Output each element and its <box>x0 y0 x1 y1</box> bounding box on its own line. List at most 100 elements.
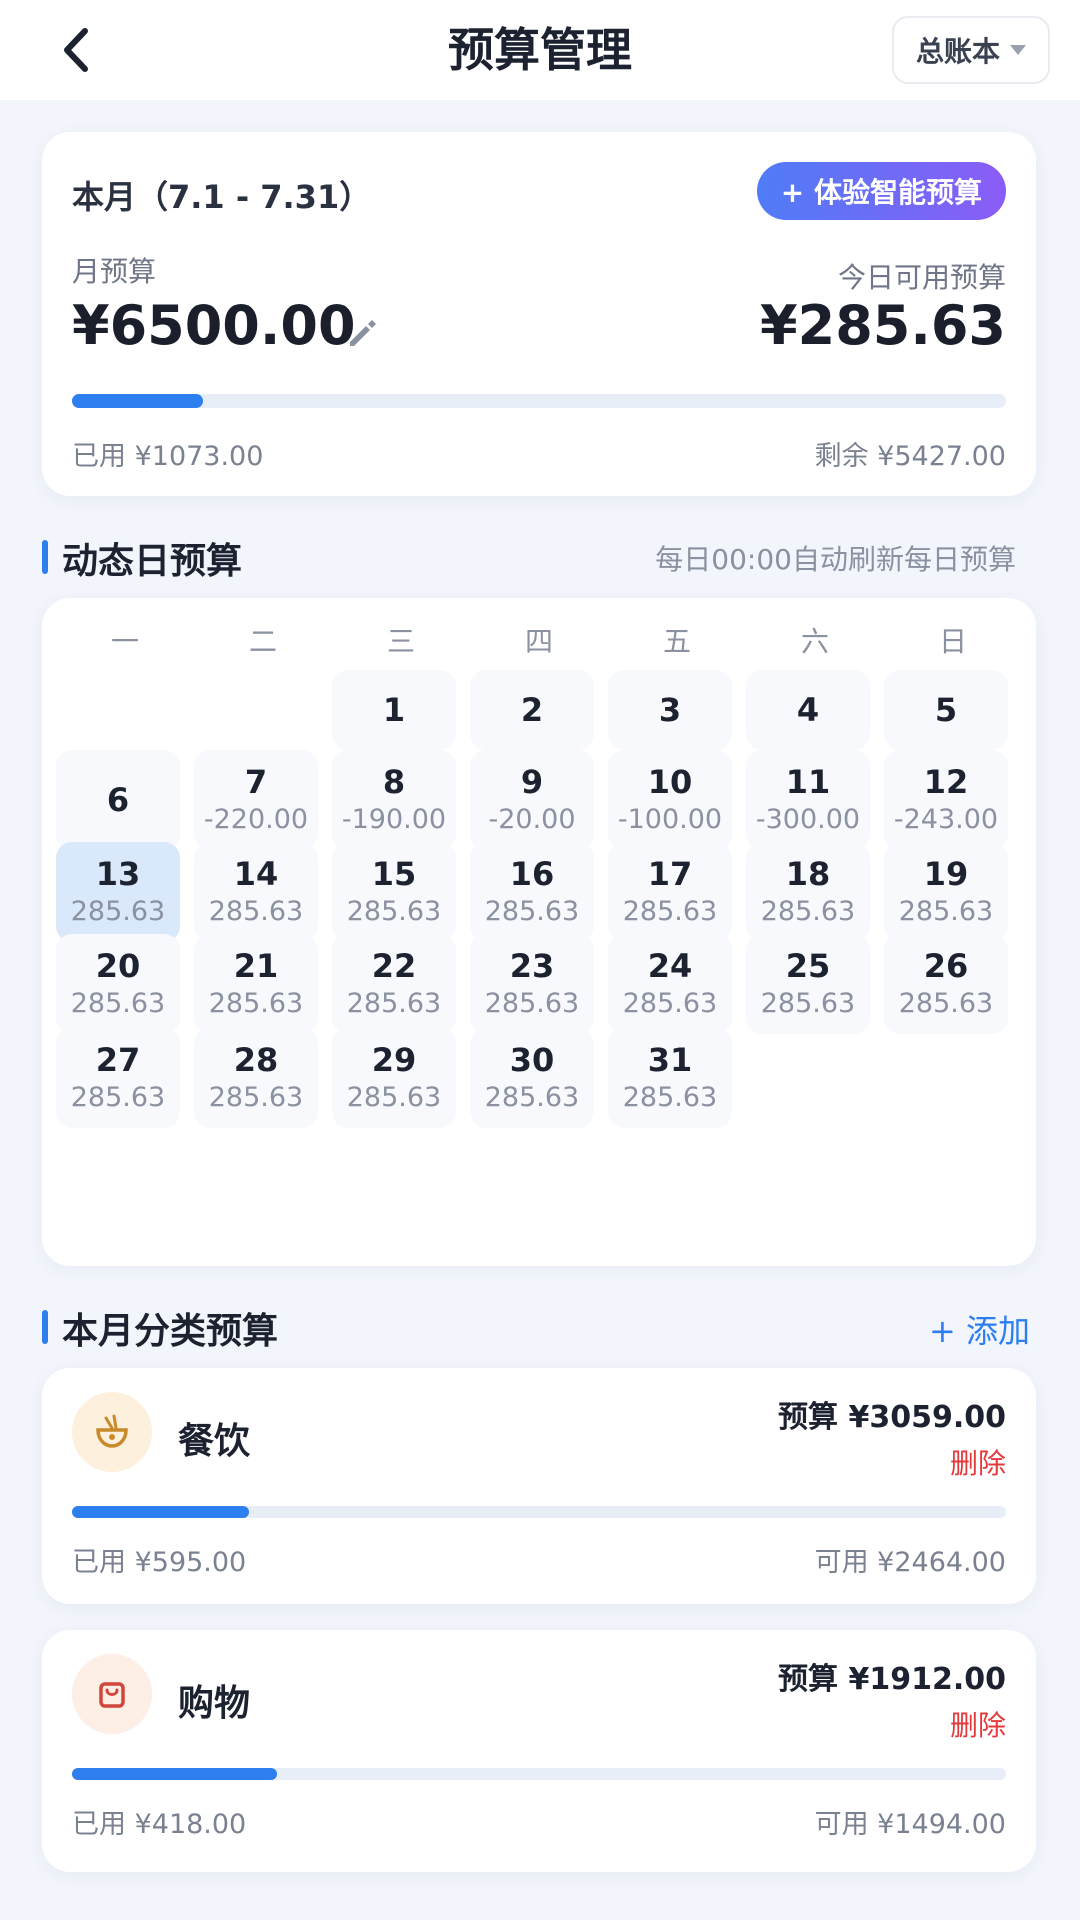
daily-budget-calendar: 一二三四五六日 1 2 3 4 5 6 7 -220.00 8 -190.00 9 -20.00 10-… <box>42 598 1036 1266</box>
category-progress-bar <box>72 1768 1006 1780</box>
today-budget-amount: ¥285.63 <box>760 294 1006 357</box>
day-number: 1 <box>382 691 406 729</box>
day-budget-value: 285.63 <box>346 896 442 927</box>
category-name: 餐饮 <box>178 1421 251 1462</box>
calendar-day[interactable]: 8 -190.00 <box>332 750 456 850</box>
calendar-day[interactable]: 15 285.63 <box>332 842 456 942</box>
calendar-day[interactable]: 23 285.63 <box>470 934 594 1034</box>
day-number: 28 <box>233 1041 279 1079</box>
category-card-shopping[interactable]: 购物 预算 ¥1912.00 删除 已用 ¥418.00 可用 ¥1494.00 <box>42 1630 1036 1872</box>
day-number: 3 <box>658 691 682 729</box>
category-name: 购物 <box>178 1683 251 1724</box>
calendar-day[interactable]: 27 285.63 <box>56 1028 180 1128</box>
today-budget-label: 今日可用预算 <box>837 261 1006 294</box>
calendar-day[interactable]: 3 <box>608 670 732 750</box>
day-budget-value: 285.63 <box>208 988 304 1019</box>
calendar-day[interactable]: 6 <box>56 750 180 850</box>
day-number: 13 <box>95 855 141 893</box>
calendar-day[interactable]: 18 285.63 <box>746 842 870 942</box>
day-number: 29 <box>371 1041 417 1079</box>
calendar-day[interactable]: 7 -220.00 <box>194 750 318 850</box>
day-number: 15 <box>371 855 417 893</box>
category-progress-fill <box>72 1506 250 1518</box>
calendar-day[interactable]: 22 285.63 <box>332 934 456 1034</box>
weekday-label: 日 <box>938 625 967 658</box>
category-available-amount: 可用 ¥1494.00 <box>814 1809 1006 1840</box>
day-budget-value: 285.63 <box>70 896 166 927</box>
budget-summary-card: 本月（7.1 - 7.31） + 体验智能预算 月预算 ¥6500.00 今日可… <box>42 132 1036 496</box>
day-number: 11 <box>785 763 831 801</box>
day-number: 8 <box>382 763 406 801</box>
day-budget-value: 285.63 <box>622 1082 718 1113</box>
day-number: 20 <box>95 947 141 985</box>
calendar-day[interactable]: 17 285.63 <box>608 842 732 942</box>
day-budget-value: 285.63 <box>622 896 718 927</box>
remaining-amount: 剩余 ¥5427.00 <box>814 441 1006 472</box>
day-number: 5 <box>934 691 958 729</box>
category-budget-heading: 本月分类预算 <box>42 1302 278 1354</box>
pencil-edit-icon[interactable] <box>344 316 378 350</box>
calendar-day[interactable]: 11 -300.00 <box>746 750 870 850</box>
ledger-label: 总账本 <box>915 35 1000 68</box>
calendar-day[interactable]: 9 -20.00 <box>470 750 594 850</box>
calendar-day[interactable]: 12 -243.00 <box>884 750 1008 850</box>
calendar-day[interactable]: 26 285.63 <box>884 934 1008 1034</box>
category-used-amount: 已用 ¥418.00 <box>72 1809 247 1840</box>
category-card-dining[interactable]: 餐饮 预算 ¥3059.00 删除 已用 ¥595.00 可用 ¥2464.00 <box>42 1368 1036 1604</box>
day-number: 16 <box>509 855 555 893</box>
calendar-day[interactable]: 30 285.63 <box>470 1028 594 1128</box>
smart-budget-button[interactable]: + 体验智能预算 <box>756 162 1006 220</box>
day-budget-value: 285.63 <box>898 988 994 1019</box>
category-available-amount: 可用 ¥2464.00 <box>814 1547 1006 1578</box>
day-budget-value: 285.63 <box>898 896 994 927</box>
calendar-day[interactable]: 1 <box>332 670 456 750</box>
category-progress-bar <box>72 1506 1006 1518</box>
calendar-day[interactable]: 31 285.63 <box>608 1028 732 1128</box>
monthly-progress-bar <box>72 394 1006 408</box>
category-budget-amount: 预算 ¥1912.00 <box>778 1662 1006 1697</box>
day-number: 12 <box>923 763 969 801</box>
calendar-day[interactable]: 20 285.63 <box>56 934 180 1034</box>
monthly-budget-amount: ¥6500.00 <box>72 294 356 357</box>
calendar-day[interactable]: 5 <box>884 670 1008 750</box>
calendar-day[interactable]: 21 285.63 <box>194 934 318 1034</box>
day-budget-value: 285.63 <box>70 988 166 1019</box>
day-number: 18 <box>785 855 831 893</box>
weekday-header: 一二三四五六日 <box>56 620 1022 660</box>
calendar-day[interactable]: 10 -100.00 <box>608 750 732 850</box>
calendar-day[interactable]: 16 285.63 <box>470 842 594 942</box>
delete-category-button[interactable]: 删除 <box>950 1704 1006 1744</box>
calendar-day[interactable]: 14 285.63 <box>194 842 318 942</box>
ledger-selector[interactable]: 总账本 <box>891 16 1050 84</box>
day-budget-value: -100.00 <box>617 804 723 835</box>
add-category-button[interactable]: + 添加 <box>929 1306 1030 1352</box>
delete-category-button[interactable]: 删除 <box>950 1442 1006 1482</box>
day-budget-value: 285.63 <box>760 988 856 1019</box>
day-budget-value: 285.63 <box>760 896 856 927</box>
day-budget-value: -20.00 <box>488 804 576 835</box>
calendar-day[interactable]: 28 285.63 <box>194 1028 318 1128</box>
calendar-day[interactable]: 2 <box>470 670 594 750</box>
day-budget-value: 285.63 <box>622 988 718 1019</box>
day-number: 22 <box>371 947 417 985</box>
noodle-bowl-icon <box>96 1414 128 1448</box>
daily-budget-heading: 动态日预算 <box>42 532 242 584</box>
category-progress-fill <box>72 1768 278 1780</box>
calendar-day[interactable]: 24 285.63 <box>608 934 732 1034</box>
category-used-amount: 已用 ¥595.00 <box>72 1547 247 1578</box>
day-budget-value: 285.63 <box>484 1082 580 1113</box>
calendar-day[interactable]: 29 285.63 <box>332 1028 456 1128</box>
calendar-day[interactable]: 25 285.63 <box>746 934 870 1034</box>
day-budget-value: 285.63 <box>484 896 580 927</box>
shopping-icon-badge <box>72 1654 152 1734</box>
daily-refresh-note: 每日00:00自动刷新每日预算 <box>655 543 1016 576</box>
day-number: 23 <box>509 947 555 985</box>
calendar-day[interactable]: 13 285.63 <box>56 842 180 942</box>
calendar-day[interactable]: 4 <box>746 670 870 750</box>
day-budget-value: 285.63 <box>346 1082 442 1113</box>
calendar-day[interactable]: 19 285.63 <box>884 842 1008 942</box>
monthly-progress-fill <box>72 394 203 408</box>
weekday-label: 二 <box>248 625 277 658</box>
weekday-label: 一 <box>110 625 139 658</box>
day-budget-value: 285.63 <box>208 896 304 927</box>
